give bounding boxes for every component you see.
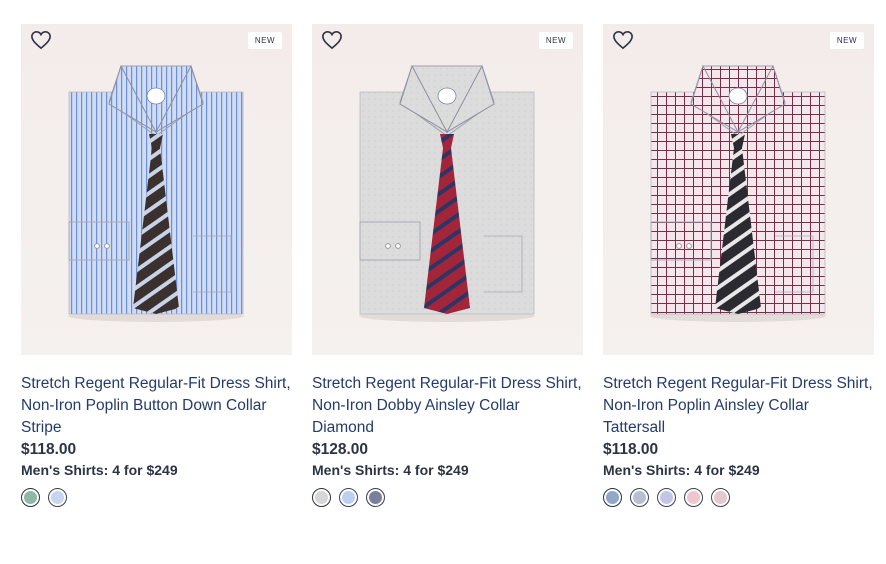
- product-title[interactable]: Stretch Regent Regular-Fit Dress Shirt, …: [603, 373, 874, 439]
- product-title[interactable]: Stretch Regent Regular-Fit Dress Shirt, …: [312, 373, 583, 439]
- swatch-grey-check[interactable]: [630, 488, 649, 507]
- swatch-red-check[interactable]: [711, 488, 730, 507]
- promo-text: Men's Shirts: 4 for $249: [312, 462, 469, 478]
- promo-text: Men's Shirts: 4 for $249: [603, 462, 760, 478]
- product-price: $118.00: [21, 441, 77, 458]
- product-image[interactable]: NEW: [21, 24, 292, 355]
- new-badge: NEW: [829, 32, 864, 49]
- product-title[interactable]: Stretch Regent Regular-Fit Dress Shirt, …: [21, 373, 292, 439]
- product-image[interactable]: NEW: [603, 24, 874, 355]
- swatch-pink-check[interactable]: [684, 488, 703, 507]
- new-badge: NEW: [247, 32, 282, 49]
- shirt-image: [650, 64, 826, 322]
- product-card[interactable]: NEW Stretch Regent Regular-Fit Dress Shi…: [603, 24, 874, 507]
- product-image[interactable]: NEW: [312, 24, 583, 355]
- swatch-lavender-check[interactable]: [657, 488, 676, 507]
- product-grid: NEW Stretch Regent Regular-Fit Dress Shi…: [21, 24, 874, 507]
- swatch-light-blue[interactable]: [339, 488, 358, 507]
- product-card[interactable]: NEW Stretch Regent Regular-Fit Dress Shi…: [21, 24, 292, 507]
- shirt-image: [359, 64, 535, 322]
- color-swatches: [21, 488, 292, 507]
- promo-text: Men's Shirts: 4 for $249: [21, 462, 178, 478]
- heart-icon[interactable]: [30, 30, 52, 50]
- heart-icon[interactable]: [612, 30, 634, 50]
- new-badge: NEW: [538, 32, 573, 49]
- swatch-grey[interactable]: [312, 488, 331, 507]
- color-swatches: [603, 488, 874, 507]
- shirt-image: [68, 64, 244, 322]
- swatch-green-stripe[interactable]: [21, 488, 40, 507]
- color-swatches: [312, 488, 583, 507]
- product-card[interactable]: NEW Stretch Regent Regular-Fit Dress Shi…: [312, 24, 583, 507]
- swatch-navy-grey[interactable]: [366, 488, 385, 507]
- product-price: $128.00: [312, 441, 369, 458]
- swatch-blue-stripe[interactable]: [48, 488, 67, 507]
- swatch-blue-check[interactable]: [603, 488, 622, 507]
- product-price: $118.00: [603, 441, 659, 458]
- heart-icon[interactable]: [321, 30, 343, 50]
